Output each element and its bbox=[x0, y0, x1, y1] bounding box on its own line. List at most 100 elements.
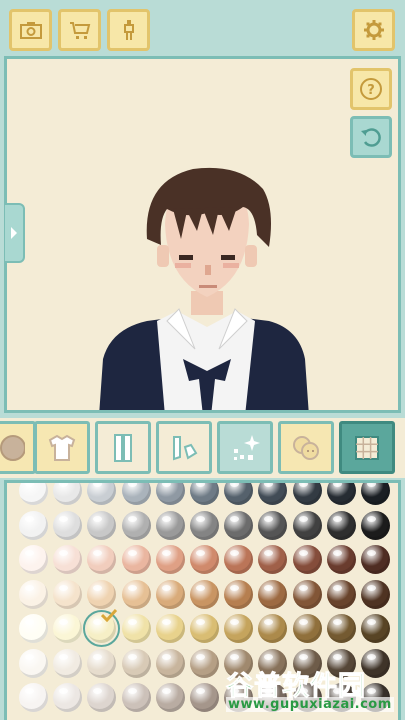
rotate-icon bbox=[361, 128, 381, 147]
help-button[interactable]: ? bbox=[350, 68, 392, 110]
color-swatch[interactable] bbox=[121, 483, 151, 505]
color-swatch[interactable] bbox=[361, 648, 390, 678]
color-swatch[interactable] bbox=[53, 483, 83, 505]
color-swatch[interactable] bbox=[155, 510, 185, 540]
checkmark-icon bbox=[101, 608, 118, 622]
help-label: ? bbox=[367, 83, 375, 98]
color-swatch[interactable] bbox=[121, 579, 151, 609]
color-swatch[interactable] bbox=[258, 648, 288, 678]
color-swatch[interactable] bbox=[87, 579, 117, 609]
shop-button[interactable] bbox=[58, 9, 101, 51]
character-button[interactable] bbox=[107, 9, 150, 51]
cart-icon bbox=[69, 22, 90, 39]
category-background[interactable] bbox=[339, 421, 395, 474]
color-swatch[interactable] bbox=[155, 683, 185, 712]
settings-button[interactable] bbox=[352, 9, 395, 51]
category-accessories[interactable] bbox=[217, 421, 273, 474]
color-swatch[interactable] bbox=[53, 579, 83, 609]
color-swatch[interactable] bbox=[190, 510, 219, 540]
grid-icon bbox=[355, 435, 379, 460]
color-swatch[interactable] bbox=[190, 648, 219, 678]
category-shoes[interactable] bbox=[156, 421, 212, 474]
color-swatch[interactable] bbox=[87, 483, 117, 505]
color-swatch[interactable] bbox=[53, 683, 83, 712]
category-tops[interactable] bbox=[34, 421, 90, 474]
color-swatch[interactable] bbox=[155, 648, 185, 678]
color-swatch[interactable] bbox=[326, 683, 356, 712]
color-swatch[interactable] bbox=[361, 683, 390, 712]
color-swatch[interactable] bbox=[224, 545, 254, 574]
color-swatch[interactable] bbox=[87, 683, 117, 712]
color-swatch[interactable] bbox=[326, 545, 356, 574]
color-swatch[interactable] bbox=[224, 510, 254, 540]
color-swatch[interactable] bbox=[87, 648, 117, 678]
color-swatch[interactable] bbox=[361, 614, 390, 643]
category-bottoms[interactable] bbox=[95, 421, 151, 474]
color-swatch[interactable] bbox=[190, 683, 219, 712]
color-swatch[interactable] bbox=[292, 510, 322, 540]
color-swatch[interactable] bbox=[155, 545, 185, 574]
color-swatch[interactable] bbox=[190, 545, 219, 574]
color-swatch[interactable] bbox=[19, 579, 48, 609]
color-swatch[interactable] bbox=[326, 483, 356, 505]
color-swatch[interactable] bbox=[361, 483, 390, 505]
category-face[interactable] bbox=[0, 421, 36, 474]
color-swatch[interactable] bbox=[292, 579, 322, 609]
color-swatch[interactable] bbox=[258, 683, 288, 712]
color-swatch[interactable] bbox=[19, 510, 48, 540]
color-swatch[interactable] bbox=[292, 648, 322, 678]
color-swatch[interactable] bbox=[53, 545, 83, 574]
app-root: ? 谷普软件园 www.gupuxiazai.com bbox=[0, 0, 405, 720]
color-swatch[interactable] bbox=[326, 648, 356, 678]
color-swatch[interactable] bbox=[326, 510, 356, 540]
camera-button[interactable] bbox=[9, 9, 52, 51]
color-swatch[interactable] bbox=[361, 579, 390, 609]
color-swatch[interactable] bbox=[121, 510, 151, 540]
color-swatch[interactable] bbox=[19, 483, 48, 505]
color-swatch[interactable] bbox=[121, 683, 151, 712]
color-swatch[interactable] bbox=[258, 545, 288, 574]
color-swatch[interactable] bbox=[19, 648, 48, 678]
color-swatch[interactable] bbox=[361, 510, 390, 540]
color-swatch[interactable] bbox=[224, 683, 254, 712]
color-swatch[interactable] bbox=[224, 483, 254, 505]
rotate-button[interactable] bbox=[350, 116, 392, 158]
color-swatch[interactable] bbox=[53, 614, 83, 643]
category-expressions[interactable] bbox=[278, 421, 334, 474]
pants-icon bbox=[114, 433, 132, 462]
color-swatch[interactable] bbox=[19, 683, 48, 712]
color-swatch[interactable] bbox=[258, 614, 288, 643]
color-swatch[interactable] bbox=[53, 510, 83, 540]
color-swatch[interactable] bbox=[224, 648, 254, 678]
color-swatch[interactable] bbox=[121, 614, 151, 643]
color-swatch[interactable] bbox=[292, 614, 322, 643]
color-swatch[interactable] bbox=[258, 483, 288, 505]
color-swatch[interactable] bbox=[258, 510, 288, 540]
color-swatch[interactable] bbox=[361, 545, 390, 574]
color-swatch[interactable] bbox=[87, 510, 117, 540]
color-swatch[interactable] bbox=[121, 648, 151, 678]
color-swatch[interactable] bbox=[190, 579, 219, 609]
color-swatch[interactable] bbox=[87, 545, 117, 574]
color-swatch[interactable] bbox=[326, 579, 356, 609]
color-swatch[interactable] bbox=[190, 614, 219, 643]
color-swatch[interactable] bbox=[155, 579, 185, 609]
color-swatch[interactable] bbox=[19, 614, 48, 643]
color-swatch[interactable] bbox=[19, 545, 48, 574]
person-icon bbox=[123, 20, 134, 40]
color-swatch[interactable] bbox=[326, 614, 356, 643]
side-drawer-toggle[interactable] bbox=[5, 203, 25, 263]
color-swatch[interactable] bbox=[190, 483, 219, 505]
color-swatch[interactable] bbox=[83, 608, 121, 647]
color-swatch[interactable] bbox=[258, 579, 288, 609]
color-swatch[interactable] bbox=[292, 683, 322, 712]
color-swatch[interactable] bbox=[224, 614, 254, 643]
color-swatch[interactable] bbox=[155, 614, 185, 643]
faces-icon bbox=[293, 435, 319, 460]
color-swatch[interactable] bbox=[292, 483, 322, 505]
color-swatch[interactable] bbox=[53, 648, 83, 678]
color-swatch[interactable] bbox=[224, 579, 254, 609]
color-swatch[interactable] bbox=[121, 545, 151, 574]
color-swatch[interactable] bbox=[292, 545, 322, 574]
color-swatch[interactable] bbox=[155, 483, 185, 505]
